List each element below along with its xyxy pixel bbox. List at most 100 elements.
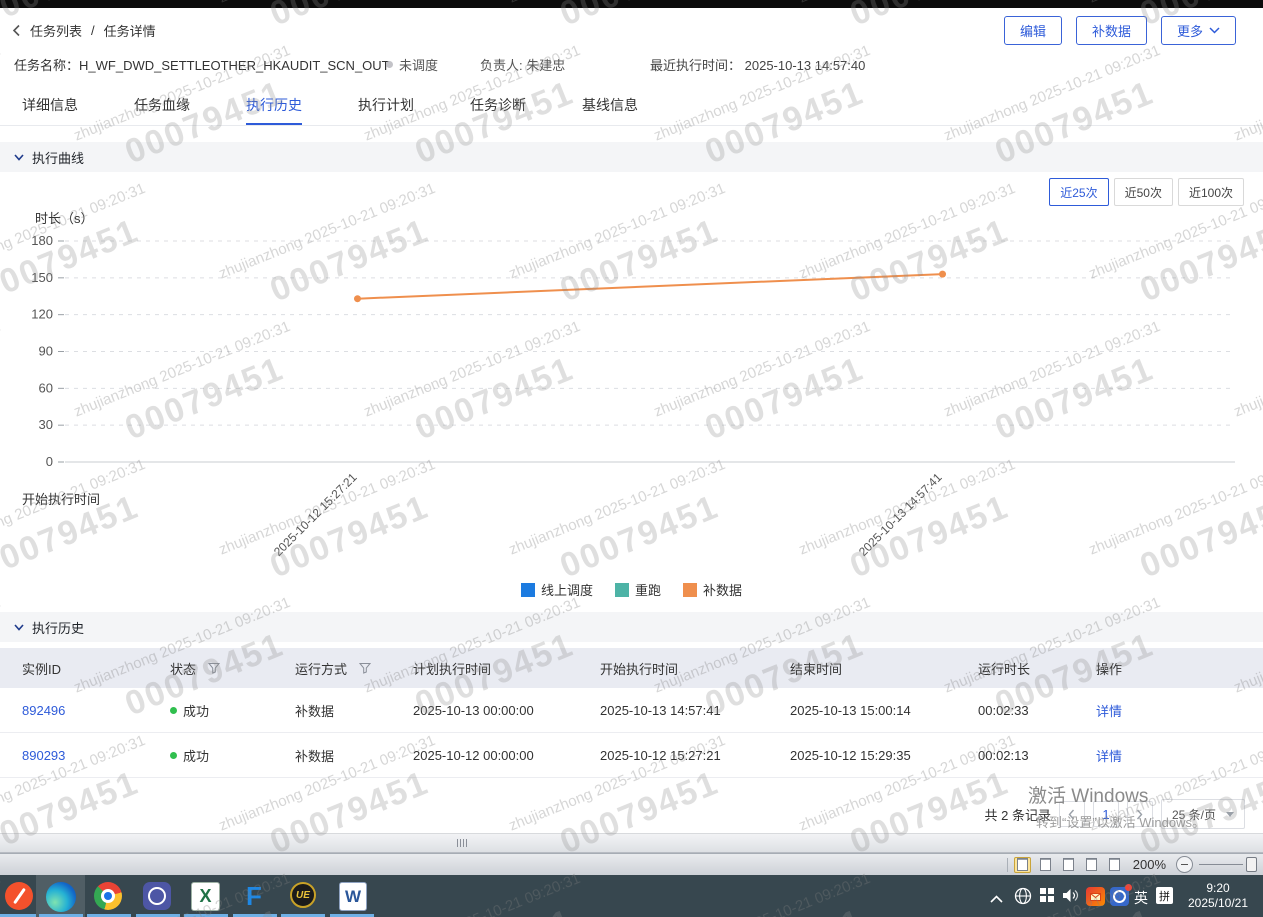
col-duration: 运行时长 — [978, 659, 1096, 678]
more-button[interactable]: 更多 — [1161, 16, 1236, 45]
tab-execution-history[interactable]: 执行历史 — [246, 88, 302, 125]
tab-baseline-info[interactable]: 基线信息 — [582, 88, 638, 125]
task-info-row: 任务名称：H_WF_DWD_SETTLEOTHER_HKAUDIT_SCN_OU… — [0, 55, 1263, 75]
table-row: 890293 成功 补数据 2025-10-12 00:00:00 2025-1… — [0, 733, 1263, 778]
section-title: 执行历史 — [32, 618, 84, 637]
range-last-100-button[interactable]: 近100次 — [1178, 178, 1244, 206]
task-name-value: H_WF_DWD_SETTLEOTHER_HKAUDIT_SCN_OUT — [79, 58, 390, 73]
scrollbar-grip-icon[interactable] — [457, 839, 467, 847]
svg-text:120: 120 — [31, 307, 53, 322]
patch-data-button[interactable]: 补数据 — [1076, 16, 1147, 45]
tab-task-diagnosis[interactable]: 任务诊断 — [470, 88, 526, 125]
next-page-button[interactable] — [1127, 801, 1153, 827]
run-mode-cell: 补数据 — [295, 746, 413, 765]
tab-detail-info[interactable]: 详细信息 — [22, 88, 78, 125]
start-time-cell: 2025-10-12 15:27:21 — [600, 748, 790, 763]
view-print-layout-icon[interactable] — [1014, 857, 1031, 873]
taskbar-icon-blue-f-app[interactable] — [240, 882, 268, 910]
page-size-value: 25 条/页 — [1172, 806, 1216, 823]
tray-ime-language-indicator[interactable]: 英 — [1134, 888, 1148, 908]
tray-network-globe-icon[interactable] — [1014, 887, 1032, 910]
tab-execution-plan[interactable]: 执行计划 — [358, 88, 414, 125]
svg-text:2025-10-12 15:27:21: 2025-10-12 15:27:21 — [271, 470, 360, 559]
tab-task-lineage[interactable]: 任务血缘 — [134, 88, 190, 125]
status-cell: 成功 — [170, 746, 295, 765]
view-outline-icon[interactable] — [1083, 857, 1100, 873]
tray-messenger-icon[interactable] — [1110, 887, 1129, 906]
legend-item[interactable]: 线上调度 — [521, 580, 593, 599]
range-last-25-button[interactable]: 近25次 — [1049, 178, 1108, 206]
status-filter-icon[interactable] — [208, 662, 220, 674]
taskbar-icon-excel[interactable] — [191, 882, 220, 911]
instance-id-link[interactable]: 890293 — [22, 748, 65, 763]
start-time-cell: 2025-10-13 14:57:41 — [600, 703, 790, 718]
range-last-50-button[interactable]: 近50次 — [1114, 178, 1173, 206]
edit-button-label: 编辑 — [1020, 21, 1046, 40]
table-row: 892496 成功 补数据 2025-10-13 00:00:00 2025-1… — [0, 688, 1263, 733]
duration-cell: 00:02:33 — [978, 703, 1096, 718]
taskbar-icon-edge[interactable] — [46, 882, 76, 912]
chevron-down-icon — [14, 624, 24, 631]
duration-cell: 00:02:13 — [978, 748, 1096, 763]
col-run-mode: 运行方式 — [295, 659, 413, 678]
breadcrumb-task-list[interactable]: 任务列表 — [30, 21, 82, 40]
word-view-zoom-controls: 200% — [1007, 854, 1257, 875]
tray-app-grid-icon[interactable] — [1040, 888, 1054, 902]
zoom-slider-thumb[interactable] — [1246, 857, 1257, 872]
breadcrumb-separator: / — [91, 23, 95, 38]
zoom-out-button[interactable] — [1176, 856, 1193, 873]
taskbar-icon-ultraedit[interactable] — [290, 882, 316, 908]
range-button-group: 近25次 近50次 近100次 — [1049, 178, 1244, 206]
tray-chevron-up-icon[interactable] — [990, 890, 1003, 908]
taskbar-icon-pen-app[interactable] — [5, 882, 33, 910]
zoom-level[interactable]: 200% — [1133, 857, 1166, 872]
view-web-layout-icon[interactable] — [1060, 857, 1077, 873]
plan-time-cell: 2025-10-12 00:00:00 — [413, 748, 600, 763]
pagination: 共 2 条记录 1 25 条/页 — [985, 799, 1246, 829]
task-name-label: 任务名称： — [14, 58, 79, 73]
end-time-cell: 2025-10-13 15:00:14 — [790, 703, 978, 718]
legend-item[interactable]: 补数据 — [683, 580, 742, 599]
tray-time: 9:20 — [1178, 881, 1258, 896]
tray-ime-pinyin-icon[interactable]: 拼 — [1156, 887, 1173, 904]
taskbar-icon-chat-app[interactable] — [143, 882, 171, 910]
chevron-right-icon — [1136, 809, 1143, 820]
back-icon[interactable] — [12, 24, 21, 37]
detail-link[interactable]: 详情 — [1096, 746, 1122, 765]
legend-label: 线上调度 — [541, 580, 593, 599]
view-fullscreen-reading-icon[interactable] — [1037, 857, 1054, 873]
breadcrumb: 任务列表 / 任务详情 — [12, 21, 156, 40]
tray-speaker-icon[interactable] — [1062, 888, 1080, 908]
task-status-label: 未调度 — [399, 55, 438, 74]
tray-foxmail-icon[interactable] — [1086, 887, 1105, 906]
detail-link[interactable]: 详情 — [1096, 701, 1122, 720]
success-dot-icon — [170, 707, 177, 714]
chart-x-axis-title: 开始执行时间 — [22, 489, 100, 508]
taskbar-icon-word[interactable] — [339, 882, 367, 911]
svg-text:180: 180 — [31, 233, 53, 248]
page-size-select[interactable]: 25 条/页 — [1161, 799, 1245, 829]
edit-button[interactable]: 编辑 — [1004, 16, 1062, 45]
col-end-time: 结束时间 — [790, 659, 978, 678]
zoom-slider-track[interactable] — [1199, 864, 1243, 865]
view-draft-icon[interactable] — [1106, 857, 1123, 873]
task-last-run: 最近执行时间： 2025-10-13 14:57:40 — [650, 55, 865, 74]
chart-legend: 线上调度 重跑 补数据 — [0, 580, 1263, 599]
col-plan-time: 计划执行时间 — [413, 659, 600, 678]
page-1-button[interactable]: 1 — [1093, 801, 1119, 827]
end-time-cell: 2025-10-12 15:29:35 — [790, 748, 978, 763]
tray-clock[interactable]: 9:20 2025/10/21 — [1178, 881, 1258, 911]
screen: 任务列表 / 任务详情 编辑 补数据 更多 任务名称：H_WF_DWD_SETT… — [0, 0, 1263, 917]
section-execution-curve[interactable]: 执行曲线 — [0, 142, 1263, 172]
prev-page-button[interactable] — [1059, 801, 1085, 827]
taskbar-icon-chrome[interactable] — [94, 882, 122, 910]
instance-id-link[interactable]: 892496 — [22, 703, 65, 718]
caret-down-icon — [1226, 812, 1234, 817]
execution-curve-chart: 03060901201501802025-10-12 15:27:212025-… — [0, 175, 1263, 605]
col-run-mode-label: 运行方式 — [295, 659, 347, 678]
task-last-run-value: 2025-10-13 14:57:40 — [745, 58, 866, 73]
section-execution-history[interactable]: 执行历史 — [0, 612, 1263, 642]
legend-item[interactable]: 重跑 — [615, 580, 661, 599]
horizontal-scrollbar[interactable] — [0, 833, 1263, 853]
run-mode-filter-icon[interactable] — [359, 662, 371, 674]
